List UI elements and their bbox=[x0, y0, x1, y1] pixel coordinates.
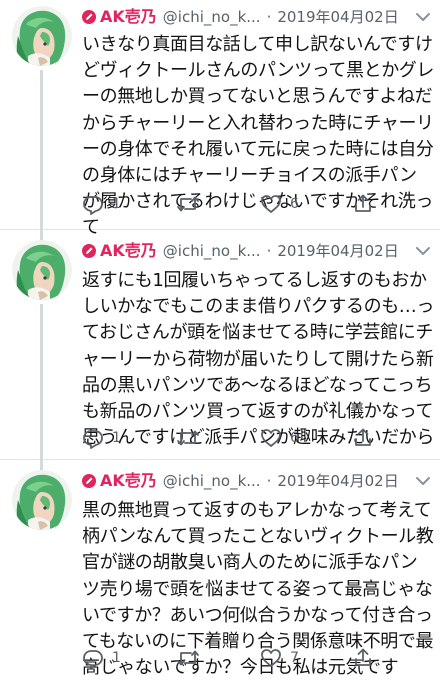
pencil-icon bbox=[82, 474, 96, 488]
tweet-header: AK壱乃 @ichi_no_k... · 2019年04月02日 bbox=[82, 240, 434, 262]
author-name[interactable]: AK壱乃 bbox=[100, 6, 157, 28]
tweet-date[interactable]: 2019年04月02日 bbox=[277, 6, 398, 28]
tweet-actions: 1 6 bbox=[82, 193, 422, 215]
tweet-date[interactable]: 2019年04月02日 bbox=[277, 470, 398, 492]
reply-button[interactable]: 1 bbox=[82, 427, 121, 449]
heart-icon bbox=[261, 649, 281, 667]
separator-dot: · bbox=[266, 472, 272, 490]
separator-dot: · bbox=[266, 8, 272, 26]
thread-connector-line bbox=[40, 304, 43, 464]
author-name[interactable]: AK壱乃 bbox=[100, 470, 157, 492]
reply-icon bbox=[83, 430, 103, 449]
separator-dot: · bbox=[266, 242, 272, 260]
retweet-button[interactable] bbox=[176, 193, 208, 215]
avatar[interactable] bbox=[12, 470, 72, 530]
retweet-icon bbox=[177, 430, 199, 446]
share-button[interactable] bbox=[352, 427, 374, 449]
share-icon bbox=[355, 648, 371, 666]
tweet[interactable]: AK壱乃 @ichi_no_k... · 2019年04月02日 黒の無地買って… bbox=[0, 460, 440, 680]
retweet-icon bbox=[177, 650, 199, 666]
like-count: 7 bbox=[290, 650, 299, 666]
reply-button[interactable]: 1 bbox=[82, 647, 121, 669]
author-handle[interactable]: @ichi_no_k... bbox=[163, 6, 261, 28]
share-button[interactable] bbox=[352, 647, 374, 669]
reply-count: 1 bbox=[112, 430, 121, 446]
tweet-actions: 1 7 bbox=[82, 647, 422, 669]
tweet-header: AK壱乃 @ichi_no_k... · 2019年04月02日 bbox=[82, 6, 434, 28]
retweet-icon bbox=[177, 196, 199, 212]
heart-icon bbox=[261, 195, 281, 213]
reply-icon bbox=[83, 650, 103, 669]
thread-connector-line bbox=[40, 230, 43, 240]
thread-connector-line bbox=[40, 460, 43, 470]
avatar-illustration bbox=[12, 6, 72, 66]
pencil-icon bbox=[82, 244, 96, 258]
chevron-down-icon[interactable] bbox=[412, 240, 434, 262]
author-handle[interactable]: @ichi_no_k... bbox=[163, 240, 261, 262]
tweet-date[interactable]: 2019年04月02日 bbox=[277, 240, 398, 262]
avatar[interactable] bbox=[12, 240, 72, 300]
author-name[interactable]: AK壱乃 bbox=[100, 240, 157, 262]
retweet-button[interactable] bbox=[176, 427, 208, 449]
tweet[interactable]: AK壱乃 @ichi_no_k... · 2019年04月02日 返すにも1回履… bbox=[0, 230, 440, 464]
avatar-illustration bbox=[12, 470, 72, 530]
tweet-text: 返すにも1回履いちゃってるし返すのもおかしいかなでもこのまま借りパクするのも…っ… bbox=[82, 270, 434, 449]
share-button[interactable] bbox=[352, 193, 374, 215]
chevron-down-icon[interactable] bbox=[412, 470, 434, 492]
chevron-down-icon[interactable] bbox=[412, 6, 434, 28]
reply-count: 1 bbox=[112, 650, 121, 666]
heart-icon bbox=[261, 429, 281, 447]
reply-count: 1 bbox=[112, 196, 121, 212]
avatar-illustration bbox=[12, 240, 72, 300]
tweet-actions: 1 6 bbox=[82, 427, 422, 449]
reply-button[interactable]: 1 bbox=[82, 193, 121, 215]
share-icon bbox=[355, 428, 371, 446]
like-count: 6 bbox=[290, 196, 299, 212]
like-count: 6 bbox=[290, 430, 299, 446]
like-button[interactable]: 7 bbox=[260, 647, 299, 669]
reply-icon bbox=[83, 196, 103, 215]
like-button[interactable]: 6 bbox=[260, 427, 299, 449]
author-handle[interactable]: @ichi_no_k... bbox=[163, 470, 261, 492]
pencil-icon bbox=[82, 10, 96, 24]
tweet-header: AK壱乃 @ichi_no_k... · 2019年04月02日 bbox=[82, 470, 434, 492]
avatar[interactable] bbox=[12, 6, 72, 66]
like-button[interactable]: 6 bbox=[260, 193, 299, 215]
thread-connector-line bbox=[40, 70, 43, 236]
share-icon bbox=[355, 194, 371, 212]
tweet[interactable]: AK壱乃 @ichi_no_k... · 2019年04月02日 いきなり真面目… bbox=[0, 0, 440, 238]
retweet-button[interactable] bbox=[176, 647, 208, 669]
